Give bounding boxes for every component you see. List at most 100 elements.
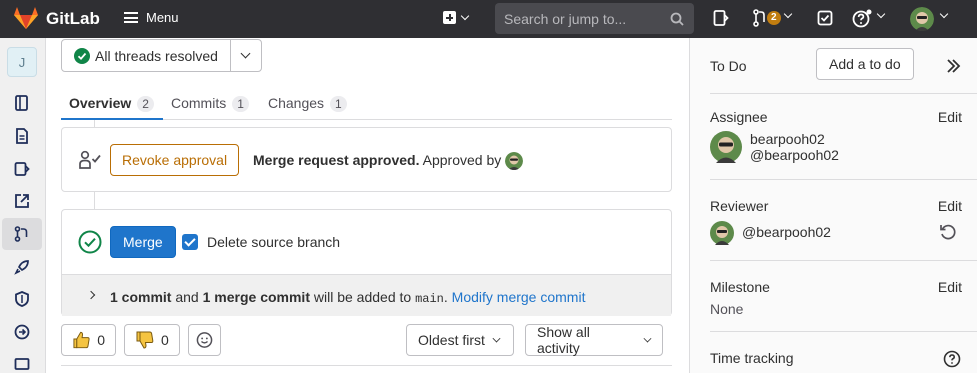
delete-source-branch-label[interactable]: Delete source branch xyxy=(207,234,340,250)
tab-label: Commits xyxy=(171,95,227,111)
approval-user-check-icon xyxy=(79,150,101,169)
activity-filter-label: Show all activity xyxy=(537,324,590,356)
tab-count-badge: 2 xyxy=(137,96,154,112)
assignee-edit-link[interactable]: Edit xyxy=(938,109,962,125)
timeline-connector xyxy=(94,192,95,209)
text-fragment: will be added to xyxy=(313,289,412,305)
new-dropdown-button[interactable] xyxy=(443,11,470,24)
thumbs-down-button[interactable]: 0 xyxy=(124,324,180,356)
divider xyxy=(710,93,977,94)
divider xyxy=(710,331,977,332)
assignee-avatar[interactable] xyxy=(710,131,742,163)
commit-count: 1 commit xyxy=(110,289,172,305)
plus-square-icon xyxy=(443,11,456,24)
brand-name[interactable]: GitLab xyxy=(46,9,100,29)
chevron-down-icon[interactable] xyxy=(939,9,949,19)
threads-dropdown-toggle[interactable] xyxy=(231,40,261,71)
rerequest-review-icon[interactable] xyxy=(939,223,957,241)
deployments-icon[interactable] xyxy=(13,323,31,341)
chevron-down-icon xyxy=(492,334,501,342)
reviewer-label: Reviewer xyxy=(710,198,769,214)
project-avatar[interactable]: J xyxy=(7,47,37,77)
todo-checkbox-icon[interactable] xyxy=(817,10,833,26)
merge-widget: Merge Delete source branch 1 commit and … xyxy=(61,209,672,316)
help-icon[interactable] xyxy=(943,350,961,368)
menu-button[interactable]: Menu xyxy=(124,10,179,25)
divider xyxy=(710,260,977,261)
assignee-label: Assignee xyxy=(710,109,768,125)
sort-order-label: Oldest first xyxy=(418,332,485,348)
modify-merge-commit-link[interactable]: Modify merge commit xyxy=(452,289,586,305)
merge-commit-text: 1 commit and 1 merge commit will be adde… xyxy=(110,289,585,306)
time-tracking-section: Time tracking xyxy=(710,350,961,370)
menu-label: Menu xyxy=(146,10,179,25)
divider xyxy=(710,179,977,180)
repository-icon[interactable] xyxy=(13,94,31,112)
milestone-value: None xyxy=(710,301,744,317)
user-avatar[interactable] xyxy=(910,7,934,31)
tab-count-badge: 1 xyxy=(232,96,249,112)
assignee-name[interactable]: bearpooh02 xyxy=(750,131,825,147)
issues-icon[interactable] xyxy=(13,160,31,178)
mr-tabs: Overview 2 Commits 1 Changes 1 xyxy=(61,86,672,120)
milestone-section: Milestone Edit None xyxy=(710,279,962,324)
revoke-approval-button[interactable]: Revoke approval xyxy=(110,144,240,176)
delete-source-branch-checkbox[interactable] xyxy=(182,234,198,250)
sort-order-dropdown[interactable]: Oldest first xyxy=(406,324,514,356)
tab-count-badge: 1 xyxy=(330,96,347,112)
monitor-icon[interactable] xyxy=(13,356,31,374)
search-icon xyxy=(670,12,684,26)
merge-commit-info: 1 commit and 1 merge commit will be adde… xyxy=(62,274,671,316)
tab-overview[interactable]: Overview 2 xyxy=(61,86,163,120)
merge-commit-count: 1 merge commit xyxy=(202,289,310,305)
rocket-icon[interactable] xyxy=(13,258,31,276)
search-box[interactable] xyxy=(495,3,694,34)
status-success-icon xyxy=(78,230,102,254)
threads-resolved-label: All threads resolved xyxy=(95,47,218,64)
assignee-section: Assignee Edit bearpooh02 @bearpooh02 xyxy=(710,109,962,169)
threads-resolved-button[interactable]: All threads resolved xyxy=(62,40,231,71)
external-link-icon[interactable] xyxy=(13,192,31,210)
approval-status: Merge request approved. Approved by xyxy=(253,152,524,171)
search-input[interactable] xyxy=(504,10,664,27)
divider xyxy=(61,365,672,366)
milestone-label: Milestone xyxy=(710,279,770,295)
approved-by-label: Approved by xyxy=(422,152,502,168)
reviewer-edit-link[interactable]: Edit xyxy=(938,198,962,214)
chevron-down-icon xyxy=(643,334,652,342)
thumbs-down-icon xyxy=(136,331,154,349)
smiley-icon xyxy=(196,332,213,348)
issues-icon[interactable] xyxy=(713,9,729,27)
gitlab-logo-icon[interactable] xyxy=(13,6,39,30)
document-icon[interactable] xyxy=(13,127,31,145)
tab-changes[interactable]: Changes 1 xyxy=(268,86,347,120)
help-icon[interactable] xyxy=(852,9,872,29)
time-tracking-label: Time tracking xyxy=(710,350,794,366)
collapse-sidebar-icon[interactable] xyxy=(945,58,961,74)
chevron-down-icon xyxy=(241,48,251,59)
threads-resolved-button-group: All threads resolved xyxy=(61,39,262,72)
reviewer-avatar[interactable] xyxy=(710,221,734,245)
text-fragment: . xyxy=(443,289,448,305)
merge-button[interactable]: Merge xyxy=(110,226,176,258)
target-branch: main xyxy=(415,292,444,306)
chevron-right-icon[interactable] xyxy=(86,290,96,300)
approver-avatar[interactable] xyxy=(505,152,524,171)
thumbs-up-button[interactable]: 0 xyxy=(61,324,116,356)
todo-label: To Do xyxy=(710,58,747,74)
add-todo-button[interactable]: Add a to do xyxy=(816,48,914,80)
activity-filter-dropdown[interactable]: Show all activity xyxy=(525,324,663,356)
reviewer-section: Reviewer Edit @bearpooh02 xyxy=(710,198,962,248)
milestone-edit-link[interactable]: Edit xyxy=(938,279,962,295)
check-circle-filled-icon xyxy=(74,47,90,64)
hamburger-icon xyxy=(124,12,138,23)
chevron-down-icon[interactable] xyxy=(876,9,886,19)
merge-request-icon[interactable] xyxy=(753,9,767,27)
reviewer-handle[interactable]: @bearpooh02 xyxy=(742,224,831,240)
merge-request-icon[interactable] xyxy=(13,225,31,243)
shield-icon[interactable] xyxy=(13,290,31,308)
tab-label: Changes xyxy=(268,95,325,111)
add-reaction-button[interactable] xyxy=(188,324,221,356)
tab-commits[interactable]: Commits 1 xyxy=(171,86,249,120)
chevron-down-icon[interactable] xyxy=(783,9,793,19)
